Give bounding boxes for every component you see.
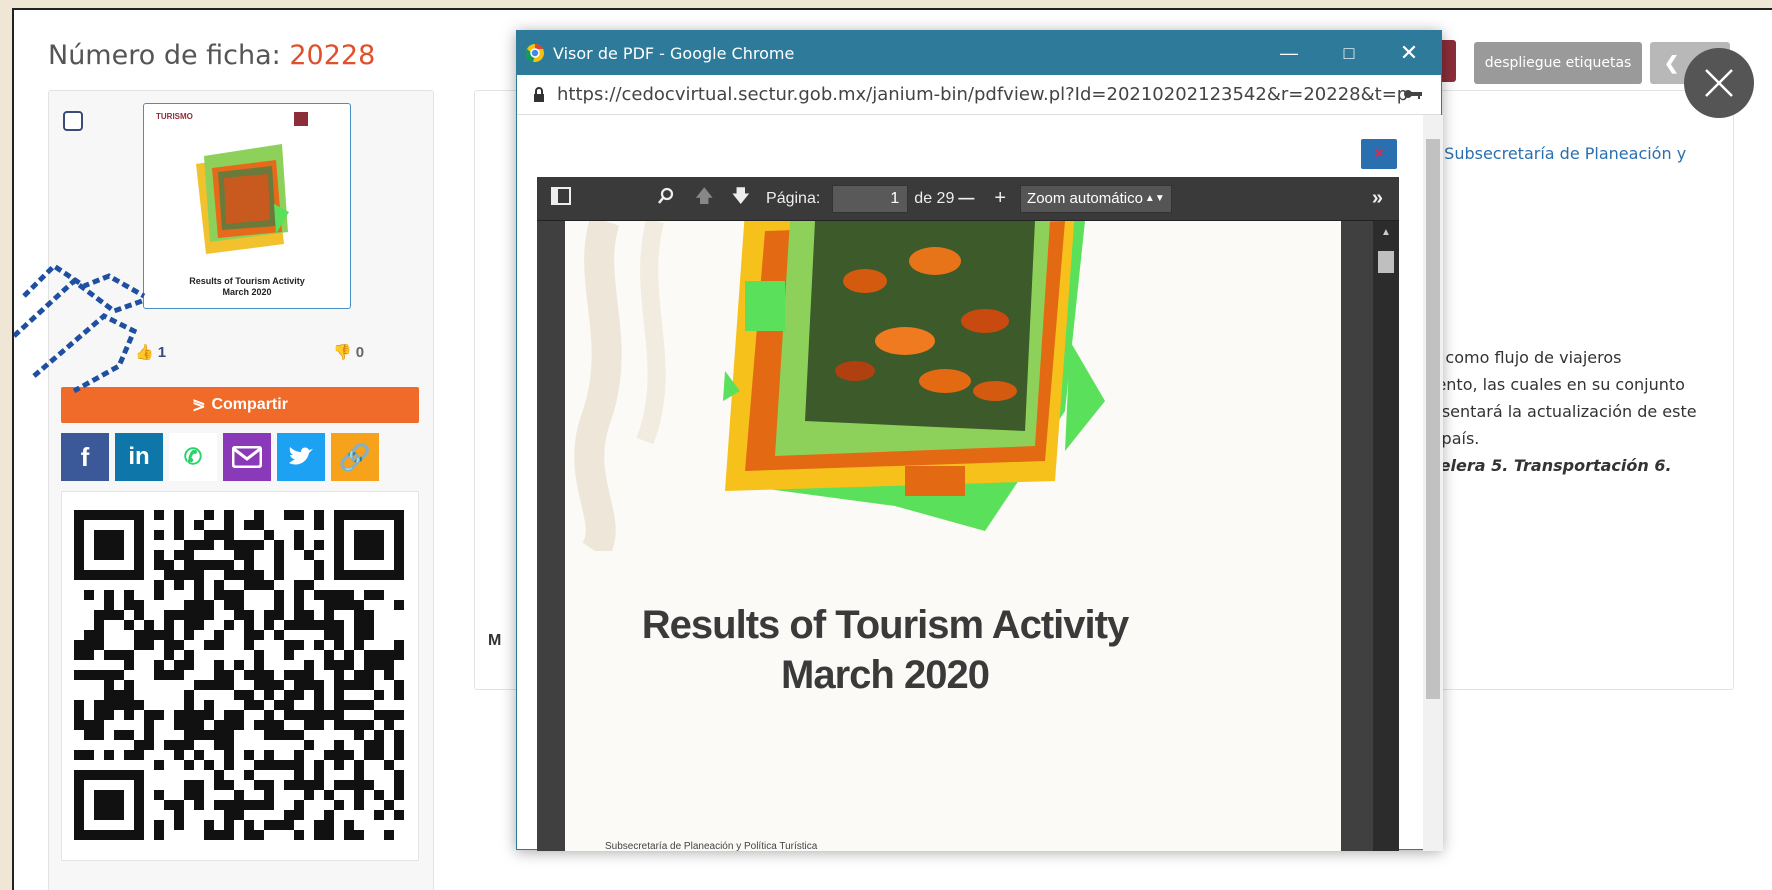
- abstract-line: l país.: [1432, 429, 1480, 448]
- url-text: https://cedocvirtual.sectur.gob.mx/janiu…: [557, 84, 1409, 105]
- chevron-left-icon: ❮: [1664, 52, 1680, 73]
- chrome-icon: [525, 44, 544, 62]
- chevron-down-icon: ▲▼: [1144, 193, 1165, 204]
- cover-artwork: [574, 221, 1105, 551]
- publisher-link[interactable]: , Subsecretaría de Planeación y: [1434, 140, 1686, 167]
- scroll-up-icon[interactable]: ▲: [1381, 227, 1391, 238]
- facebook-icon[interactable]: f: [61, 433, 109, 481]
- contents-line: telera 5. Transportación 6.: [1432, 456, 1672, 475]
- next-page-icon[interactable]: 🡇: [732, 184, 751, 214]
- pdf-scroll-thumb[interactable]: [1378, 251, 1394, 273]
- thumbnail-cover-art: [196, 112, 308, 254]
- address-bar[interactable]: https://cedocvirtual.sectur.gob.mx/janiu…: [517, 75, 1441, 115]
- zoom-select[interactable]: Zoom automático ▲▼: [1020, 184, 1172, 213]
- ficha-label: Número de ficha:: [48, 40, 281, 71]
- pdf-footer: Subsecretaría de Planeación y Política T…: [605, 841, 818, 851]
- qr-code-image: [74, 510, 404, 840]
- pdf-viewer: 🡅 🡇 Página: de 29 — + Zoom automático ▲▼…: [537, 177, 1399, 851]
- zoom-out-button[interactable]: —: [958, 190, 974, 208]
- more-tools-icon[interactable]: »: [1372, 187, 1383, 210]
- dislike-count: 0: [355, 343, 365, 361]
- page-title: Número de ficha: 20228: [48, 40, 375, 71]
- abstract-line: iento, las cuales en su conjunto: [1432, 375, 1685, 394]
- page-frame: Número de ficha: 20228 TURISMO Results o…: [12, 8, 1772, 890]
- pdf-toolbar: 🡅 🡇 Página: de 29 — + Zoom automático ▲▼…: [537, 177, 1399, 221]
- previous-page-icon[interactable]: 🡅: [695, 184, 714, 214]
- email-icon[interactable]: [223, 433, 271, 481]
- sidebar-toggle-icon[interactable]: [551, 187, 571, 210]
- maximize-button[interactable]: □: [1319, 31, 1379, 75]
- page-number-input[interactable]: [832, 184, 909, 213]
- window-scrollbar[interactable]: [1423, 115, 1443, 851]
- social-bar: f in ✆ 🔗: [61, 433, 379, 481]
- key-icon[interactable]: [1403, 85, 1423, 106]
- pointer-hand-icon: [14, 262, 146, 394]
- zoom-value: Zoom automático: [1027, 190, 1143, 207]
- record-card: TURISMO Results of Tourism Activity Marc…: [48, 90, 434, 890]
- show-tags-button[interactable]: despliegue etiquetas: [1474, 42, 1642, 84]
- window-title: Visor de PDF - Google Chrome: [553, 43, 795, 63]
- minimize-button[interactable]: —: [1259, 31, 1319, 75]
- ficha-number: 20228: [289, 40, 376, 71]
- pdf-page: Results of Tourism Activity March 2020 S…: [565, 221, 1341, 851]
- dislike-button[interactable]: 👎 0: [333, 343, 365, 362]
- field-label-fragment: M: [488, 632, 502, 649]
- abstract-line: esentará la actualización de este: [1432, 402, 1697, 421]
- thumbnail-caption-line1: Results of Tourism Activity: [189, 276, 305, 286]
- whatsapp-icon[interactable]: ✆: [169, 433, 217, 481]
- page-label: Página:: [766, 189, 821, 207]
- zoom-in-button[interactable]: +: [994, 187, 1006, 210]
- share-icon: ⪖: [192, 397, 206, 414]
- pdf-scrollbar[interactable]: ▲: [1373, 221, 1399, 851]
- close-overlay-button[interactable]: [1684, 48, 1754, 118]
- thumbs-down-icon: 👎: [333, 344, 352, 361]
- abstract-text: s como flujo de viajeros iento, las cual…: [1432, 344, 1697, 479]
- qr-code: [61, 491, 419, 861]
- page-total: de 29: [914, 189, 955, 207]
- pdf-viewer-window: Visor de PDF - Google Chrome — □ ✕ https…: [516, 30, 1443, 851]
- search-icon[interactable]: [657, 187, 675, 210]
- window-close-button[interactable]: ✕: [1379, 31, 1439, 75]
- close-pdf-button[interactable]: ×: [1361, 139, 1397, 169]
- share-label: Compartir: [211, 396, 288, 413]
- thumbnail-caption: Results of Tourism Activity March 2020: [144, 276, 350, 298]
- select-checkbox[interactable]: [63, 111, 83, 131]
- twitter-icon[interactable]: [277, 433, 325, 481]
- pdf-title-line1: Results of Tourism Activity: [641, 603, 1129, 647]
- linkedin-icon[interactable]: in: [115, 433, 163, 481]
- copy-link-icon[interactable]: 🔗: [331, 433, 379, 481]
- document-thumbnail[interactable]: TURISMO Results of Tourism Activity Marc…: [143, 103, 351, 309]
- thumbnail-caption-line2: March 2020: [222, 287, 272, 297]
- lock-icon: [534, 86, 544, 102]
- scroll-thumb[interactable]: [1426, 139, 1440, 699]
- abstract-line: s como flujo de viajeros: [1432, 348, 1622, 367]
- pdf-title-line2: March 2020: [781, 653, 990, 697]
- close-icon: [1705, 69, 1733, 97]
